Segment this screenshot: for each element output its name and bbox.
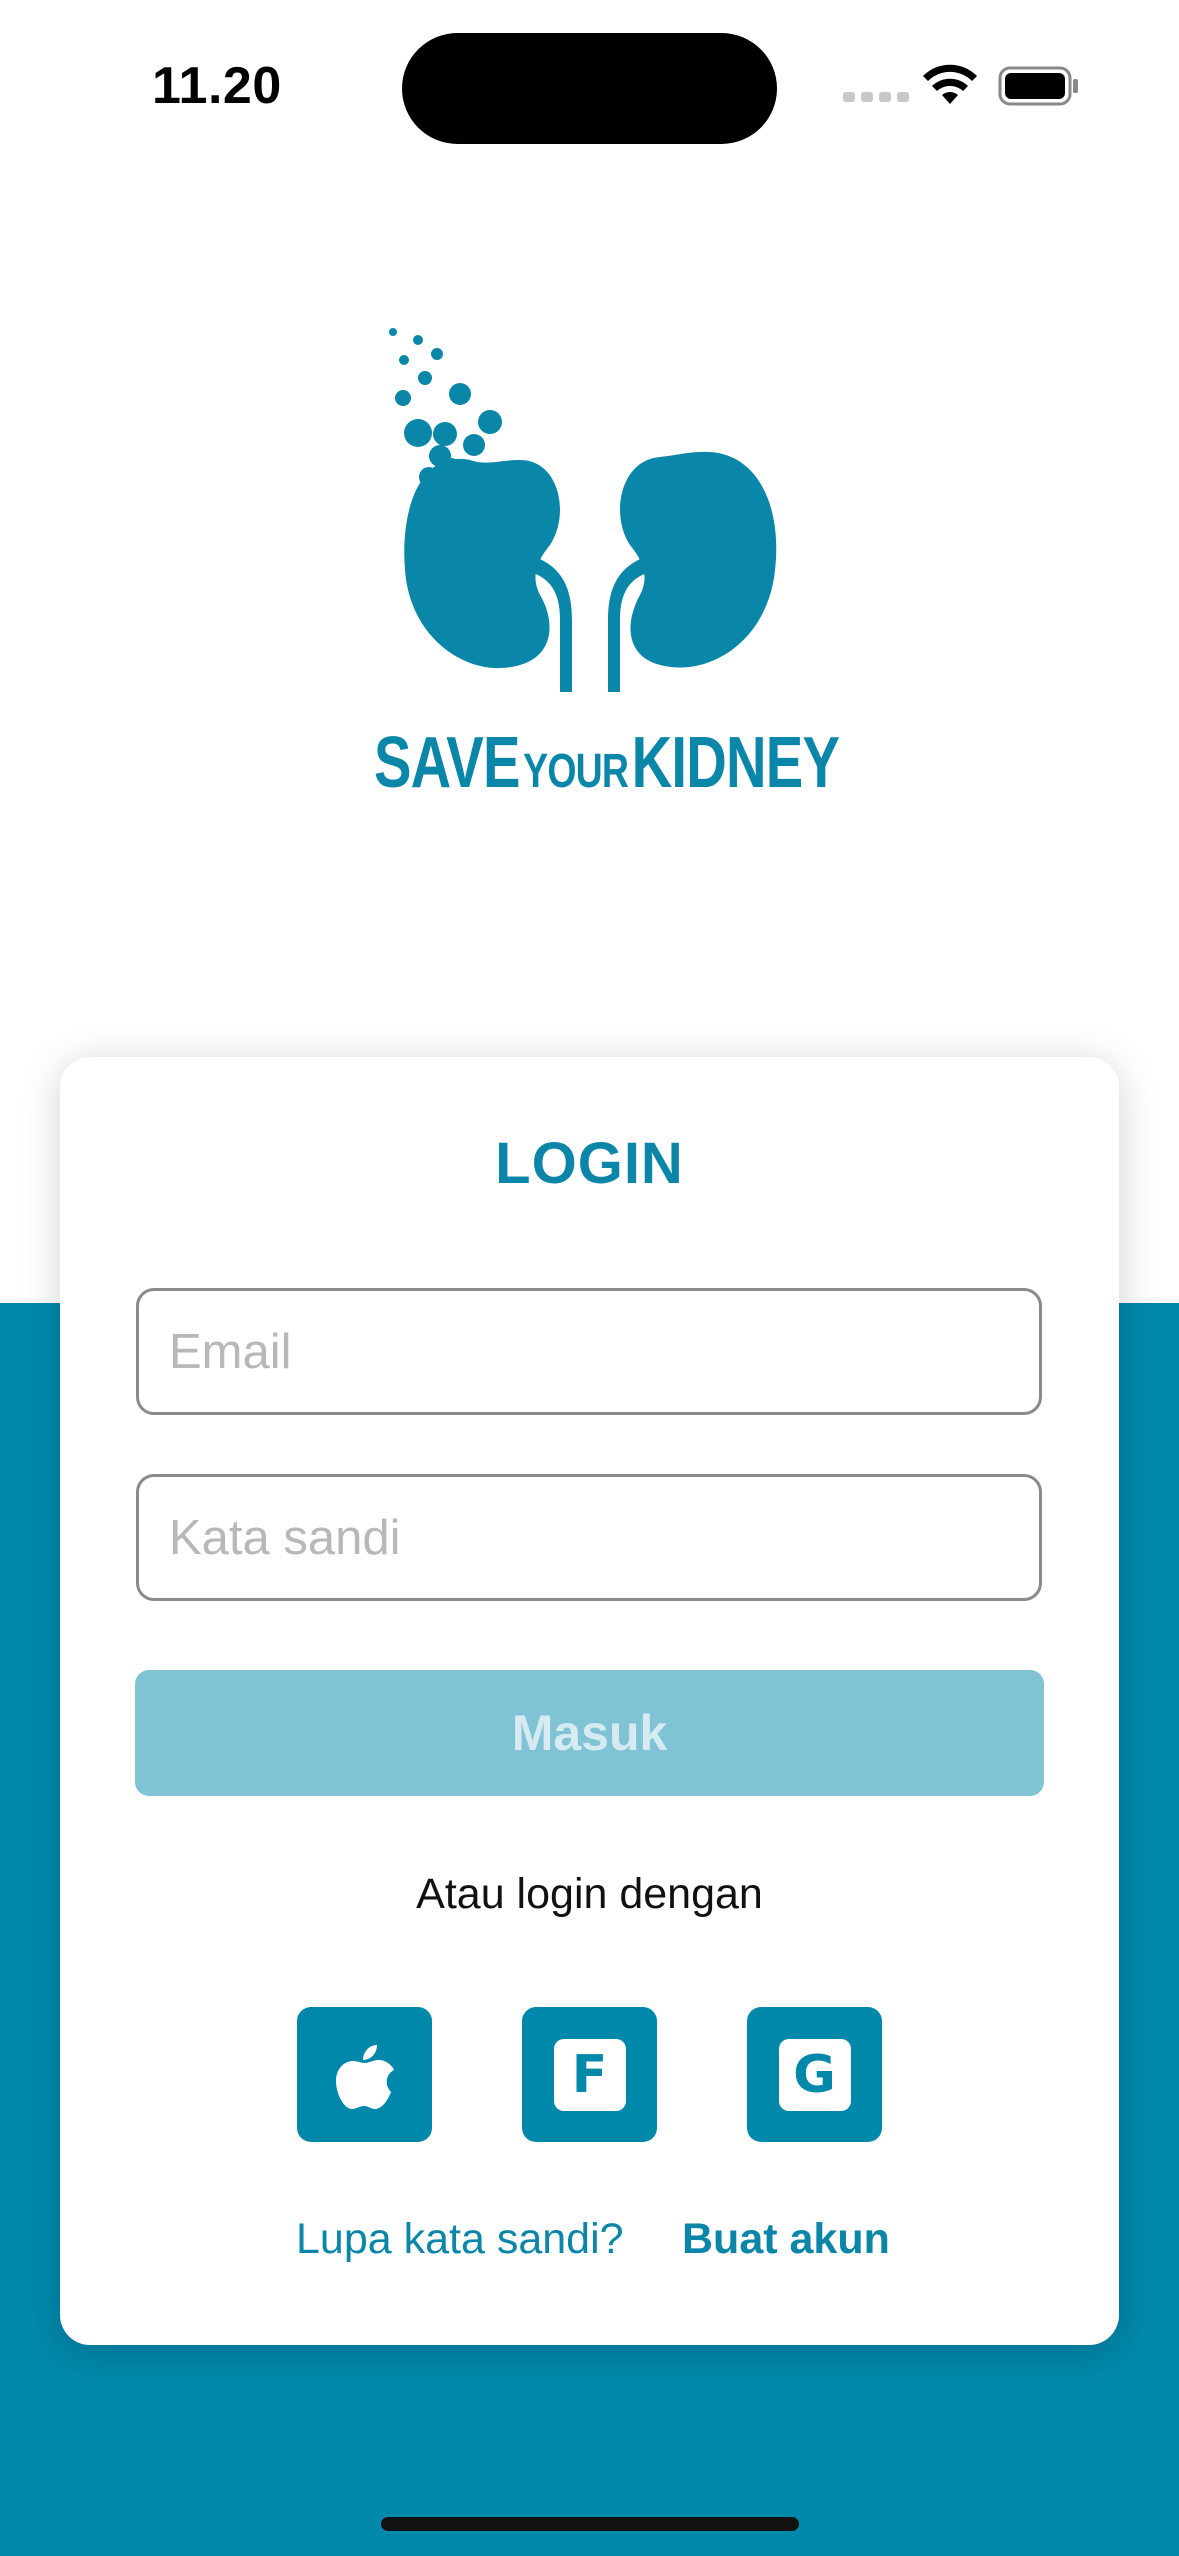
facebook-icon: F <box>553 2038 626 2111</box>
facebook-login-button[interactable]: F <box>522 2007 657 2142</box>
logo-word-your: YOUR <box>523 745 629 798</box>
apple-icon <box>335 2044 394 2109</box>
login-title: LOGIN <box>495 1131 684 1196</box>
create-account-link[interactable]: Buat akun <box>682 2215 890 2264</box>
kidney-logo-icon <box>389 328 777 692</box>
status-time: 11.20 <box>152 57 282 115</box>
google-icon: G <box>778 2038 851 2111</box>
forgot-password-link[interactable]: Lupa kata sandi? <box>296 2215 624 2264</box>
password-field[interactable] <box>136 1474 1042 1601</box>
logo-word-save: SAVE <box>374 723 520 803</box>
logo-word-kidney: KIDNEY <box>631 723 840 803</box>
cellular-signal-icon <box>843 92 909 102</box>
logo-wordmark: SAVE YOUR KIDNEY <box>374 722 840 804</box>
alt-login-label: Atau login dengan <box>416 1870 763 1918</box>
login-button[interactable]: Masuk <box>135 1670 1044 1796</box>
dynamic-island <box>402 33 777 144</box>
home-indicator[interactable] <box>381 2517 799 2531</box>
apple-login-button[interactable] <box>297 2007 432 2142</box>
email-field[interactable] <box>136 1288 1042 1415</box>
wifi-icon <box>923 64 977 104</box>
google-login-button[interactable]: G <box>747 2007 882 2142</box>
battery-icon <box>998 66 1078 106</box>
